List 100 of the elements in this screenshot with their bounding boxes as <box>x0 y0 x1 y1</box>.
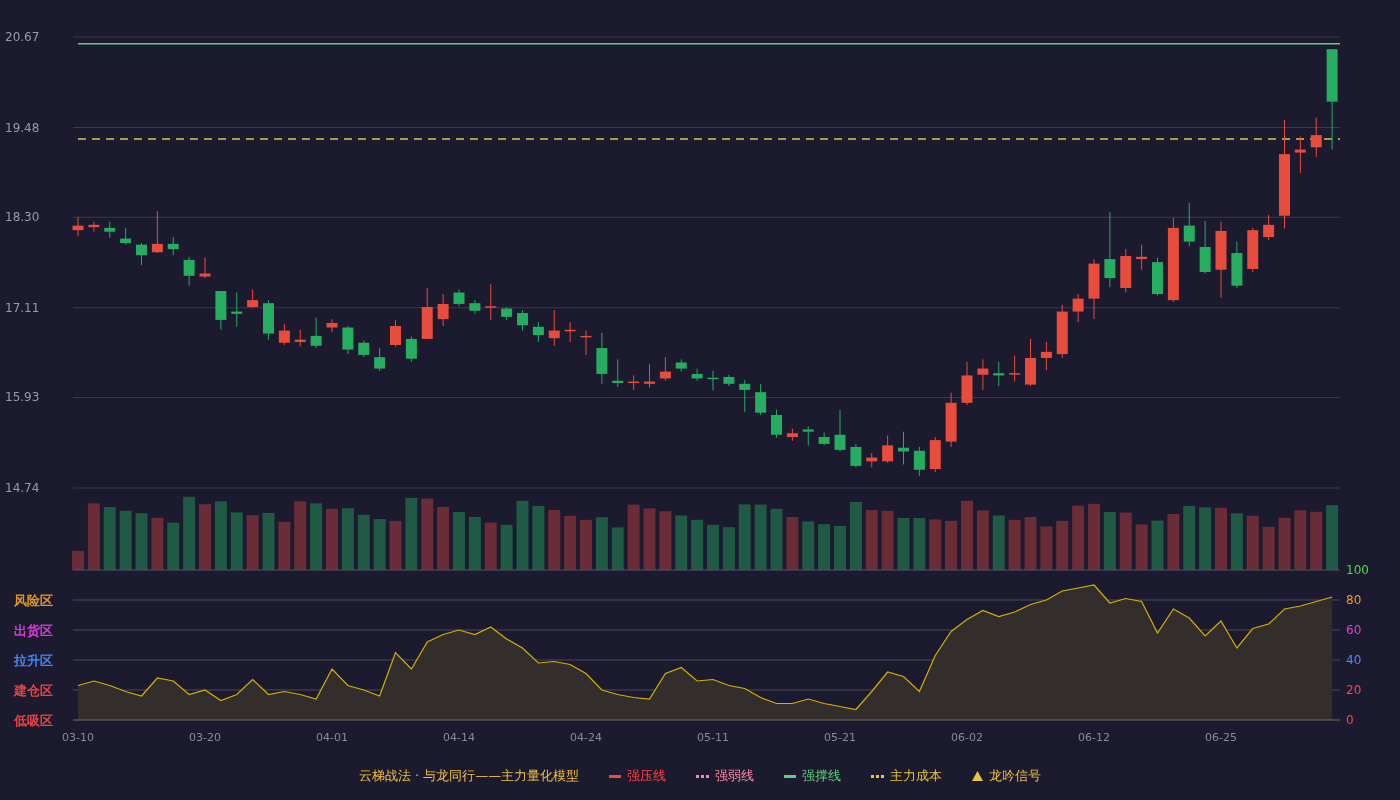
legend-title: 云梯战法 · 与龙同行——主力量化模型 <box>358 767 580 785</box>
candlestick <box>405 336 417 363</box>
axis-label: 03-10 <box>62 731 94 744</box>
axis-label: 04-14 <box>443 731 475 744</box>
axis-label: 0 <box>1346 713 1354 727</box>
candlestick <box>326 318 338 333</box>
candlestick <box>628 374 640 391</box>
candlestick <box>1136 244 1148 271</box>
candlestick <box>1040 341 1052 371</box>
candlestick <box>247 289 259 309</box>
axis-label: 20.67 <box>5 30 40 44</box>
candlestick <box>104 221 116 239</box>
zone-label: 风险区 <box>14 593 53 608</box>
candlestick <box>88 221 100 233</box>
axis-label: 15.93 <box>5 390 40 405</box>
candlestick <box>548 309 560 347</box>
candlestick <box>850 443 862 468</box>
candlestick <box>961 361 973 406</box>
axis-label: 100 <box>1346 563 1369 577</box>
candlestick <box>834 409 846 452</box>
candlestick <box>755 383 767 416</box>
candlestick <box>231 292 243 328</box>
candlestick <box>929 436 941 473</box>
candlestick <box>707 370 719 392</box>
candlestick <box>1263 214 1275 241</box>
axis-label: 06-12 <box>1078 731 1110 744</box>
candlestick <box>374 347 386 372</box>
candlestick <box>120 227 132 246</box>
axis-label: 05-21 <box>824 731 856 744</box>
candlestick <box>517 309 528 332</box>
candlestick <box>501 306 513 321</box>
candlestick <box>898 431 909 465</box>
legend-label[interactable]: 强撑线 <box>802 767 842 785</box>
candlestick <box>215 290 227 331</box>
legend-label[interactable]: 龙吟信号 <box>989 767 1042 785</box>
candlestick <box>1310 117 1322 158</box>
zone-label: 低吸区 <box>14 713 53 728</box>
candlestick <box>310 317 322 349</box>
legend-label[interactable]: 强压线 <box>627 767 667 785</box>
axis-label: 40 <box>1346 653 1362 667</box>
candlestick <box>263 299 274 341</box>
candlestick <box>151 210 163 254</box>
candlestick <box>977 358 989 391</box>
candlestick <box>739 379 751 413</box>
candlestick <box>199 257 211 279</box>
candlestick <box>866 452 878 468</box>
candlestick <box>596 332 608 385</box>
candlestick <box>802 425 814 446</box>
candlestick <box>1088 258 1100 320</box>
candlestick <box>294 329 306 348</box>
candlestick <box>1231 241 1243 289</box>
candlestick <box>1247 227 1259 273</box>
candlestick <box>580 330 592 356</box>
candlestick <box>485 283 497 321</box>
candlestick <box>532 321 544 343</box>
candlestick <box>1056 304 1068 359</box>
axis-label: 04-01 <box>316 731 348 744</box>
legend-label[interactable]: 强弱线 <box>715 767 755 785</box>
candlestick <box>453 289 465 307</box>
candlestick <box>390 319 401 348</box>
candlestick <box>1009 355 1021 382</box>
axis-label: 20 <box>1346 683 1362 697</box>
axis-label: 18.30 <box>5 210 40 225</box>
candlestick <box>469 299 481 315</box>
candlestick <box>993 361 1005 387</box>
candlestick <box>612 358 624 388</box>
zone-label: 出货区 <box>14 623 53 638</box>
axis-label: 19.48 <box>5 120 40 135</box>
axis-label: 60 <box>1346 623 1362 637</box>
axis-label: 06-02 <box>951 731 983 744</box>
axis-label: 14.74 <box>5 481 40 495</box>
candlestick <box>1152 257 1163 297</box>
candlestick <box>659 356 671 382</box>
candlestick <box>675 358 687 373</box>
candlestick <box>771 409 782 439</box>
candlestick <box>278 323 290 346</box>
candlestick <box>1025 338 1036 387</box>
candlestick <box>818 432 830 446</box>
legend-label[interactable]: 主力成本 <box>890 767 943 785</box>
candlestick <box>358 339 370 358</box>
candlestick <box>136 242 147 266</box>
axis-label: 80 <box>1346 593 1362 607</box>
candlestick <box>437 293 449 327</box>
candlestick <box>723 374 735 387</box>
candlestick <box>1199 220 1211 275</box>
axis-label: 04-24 <box>570 731 602 744</box>
candlestick <box>183 256 195 287</box>
candlestick <box>913 446 925 477</box>
candlestick <box>1294 136 1306 174</box>
zone-label: 建仓区 <box>14 683 53 698</box>
axis-label: 06-25 <box>1205 731 1237 744</box>
candlestick <box>167 236 179 256</box>
candlestick <box>1072 293 1084 323</box>
axis-label: 03-20 <box>189 731 221 744</box>
candlestick <box>786 428 798 442</box>
candlestick <box>1183 202 1195 247</box>
candlestick <box>421 287 433 340</box>
axis-label: 17.11 <box>5 300 40 315</box>
axis-label: 05-11 <box>697 731 729 744</box>
candlestick <box>644 363 655 389</box>
